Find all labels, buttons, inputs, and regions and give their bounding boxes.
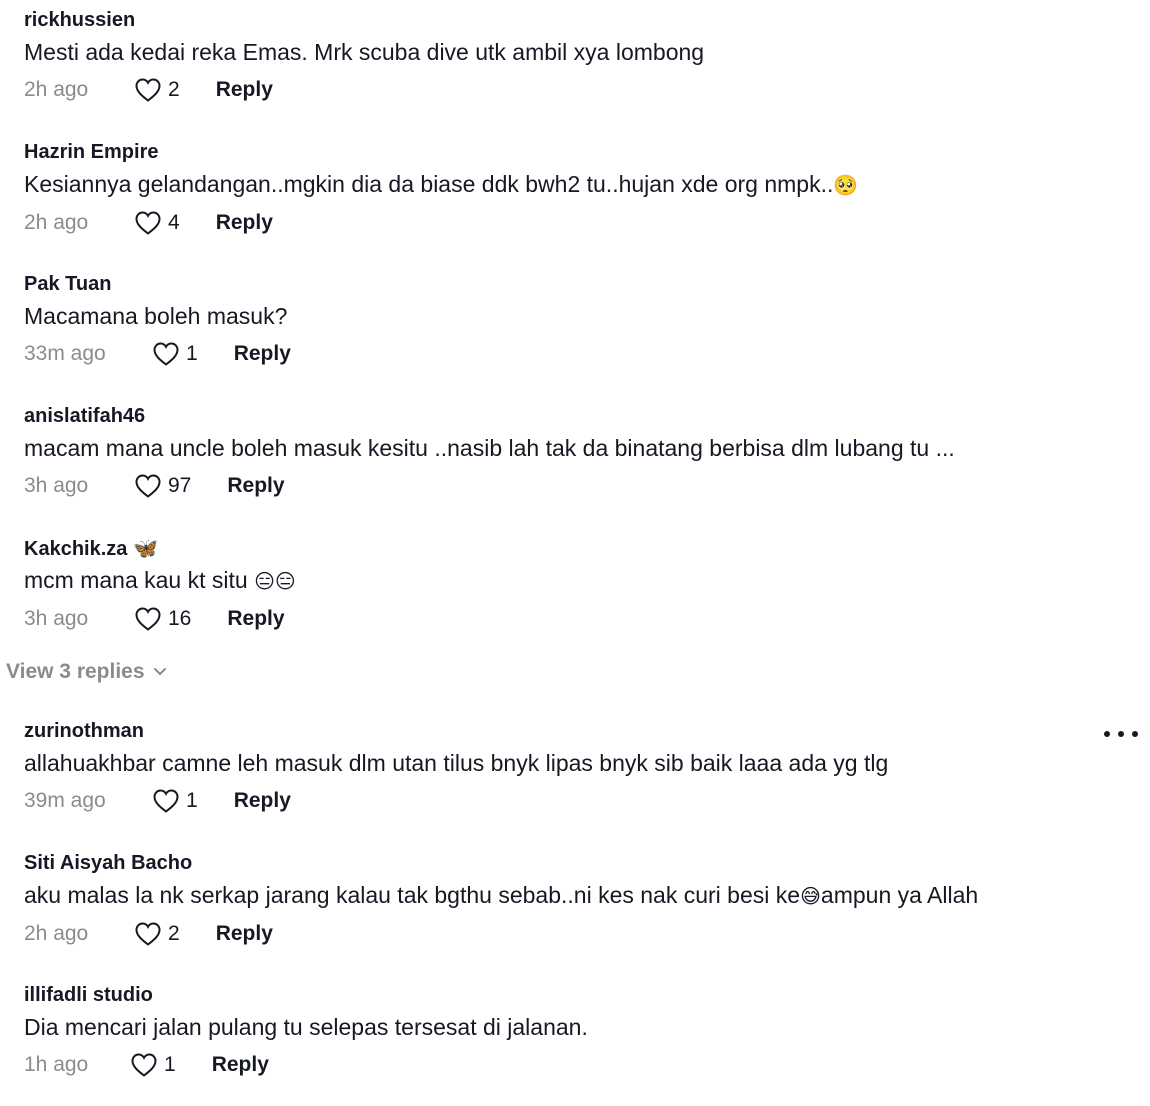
comment-meta: 2h ago 2 Reply [24, 76, 1150, 104]
comment-timestamp: 33m ago [24, 342, 106, 365]
heart-outline-icon [153, 342, 179, 366]
view-replies-label: View 3 replies [6, 660, 145, 683]
reply-button[interactable]: Reply [216, 211, 273, 235]
like-button[interactable]: 2 [134, 77, 180, 103]
heart-outline-icon [135, 474, 161, 498]
comment-meta: 2h ago 4 Reply [24, 209, 1150, 237]
comment-timestamp: 1h ago [24, 1053, 89, 1076]
comment-text-body: aku malas la nk serkap jarang kalau tak … [24, 882, 801, 908]
reply-button[interactable]: Reply [227, 474, 284, 498]
more-dot-icon [1104, 731, 1110, 737]
reply-button[interactable]: Reply [234, 342, 291, 366]
heart-outline-icon [135, 78, 161, 102]
like-button[interactable]: 1 [152, 788, 198, 814]
comment-text: Macamana boleh masuk? [24, 303, 288, 329]
heart-outline-icon [135, 607, 161, 631]
like-button[interactable]: 4 [134, 210, 180, 236]
comment-meta: 2h ago 2 Reply [24, 920, 1150, 948]
heart-outline-icon [135, 922, 161, 946]
like-count: 16 [168, 607, 192, 630]
butterfly-emoji: 🦋 [132, 536, 158, 560]
comment-timestamp: 2h ago [24, 78, 89, 101]
reply-button[interactable]: Reply [216, 78, 273, 102]
comment-username[interactable]: Hazrin Empire [24, 140, 1150, 164]
comment-text: aku malas la nk serkap jarang kalau tak … [24, 880, 1150, 911]
like-button[interactable]: 97 [134, 473, 191, 499]
comment-text: Mesti ada kedai reka Emas. Mrk scuba div… [24, 39, 705, 65]
like-button[interactable]: 1 [152, 341, 198, 367]
comment-text: macam mana uncle boleh masuk kesitu ..na… [24, 435, 955, 461]
comment-timestamp: 2h ago [24, 922, 89, 945]
like-count: 4 [168, 211, 180, 234]
like-count: 2 [168, 78, 180, 101]
view-replies-button[interactable]: View 3 replies [6, 660, 167, 684]
like-count: 1 [164, 1053, 176, 1076]
comment-item: illifadli studio Dia mencari jalan pulan… [24, 983, 1150, 1079]
like-button[interactable]: 2 [134, 921, 180, 947]
comment-timestamp: 3h ago [24, 607, 89, 630]
like-count: 2 [168, 922, 180, 945]
like-button[interactable]: 1 [130, 1052, 176, 1078]
comment-text-body: Kesiannya gelandangan..mgkin dia da bias… [24, 171, 834, 197]
like-button[interactable]: 16 [134, 606, 191, 632]
comment-text: allahuakhbar camne leh masuk dlm utan ti… [24, 750, 889, 776]
comment-meta: 33m ago 1 Reply [24, 340, 1150, 368]
comment-username[interactable]: Siti Aisyah Bacho [24, 851, 1150, 875]
comment-item: Siti Aisyah Bacho aku malas la nk serkap… [24, 851, 1150, 948]
comment-username[interactable]: illifadli studio [24, 983, 1150, 1007]
comment-meta: 39m ago 1 Reply [24, 787, 1090, 815]
comment-text: Dia mencari jalan pulang tu selepas ters… [24, 1014, 588, 1040]
comment-username[interactable]: Kakchik.za 🦋 [24, 536, 1150, 560]
like-count: 1 [186, 789, 198, 812]
comment-username[interactable]: rickhussien [24, 8, 1150, 32]
comment-text: mcm mana kau kt situ 😑😑 [24, 565, 1150, 596]
comment-timestamp: 2h ago [24, 211, 89, 234]
comment-item: rickhussien Mesti ada kedai reka Emas. M… [24, 8, 1150, 104]
reply-button[interactable]: Reply [216, 922, 273, 946]
comment-meta: 1h ago 1 Reply [24, 1051, 1150, 1079]
comment-timestamp: 3h ago [24, 474, 89, 497]
like-count: 1 [186, 342, 198, 365]
heart-outline-icon [131, 1053, 157, 1077]
comment-meta: 3h ago 16 Reply [24, 605, 1150, 633]
more-dot-icon [1132, 731, 1138, 737]
reply-button[interactable]: Reply [234, 789, 291, 813]
comment-text-body: mcm mana kau kt situ [24, 567, 248, 593]
reply-button[interactable]: Reply [212, 1053, 269, 1077]
comment-username[interactable]: zurinothman [24, 719, 1090, 743]
comment-text-tail: ampun ya Allah [820, 882, 979, 908]
comment-timestamp: 39m ago [24, 789, 106, 812]
comment-username[interactable]: Pak Tuan [24, 272, 1150, 296]
more-options-button[interactable] [1104, 724, 1138, 744]
more-dot-icon [1118, 731, 1124, 737]
reply-button[interactable]: Reply [227, 607, 284, 631]
heart-outline-icon [153, 789, 179, 813]
like-count: 97 [168, 474, 192, 497]
comment-username-text: Kakchik.za [24, 538, 128, 560]
chevron-down-icon [153, 668, 166, 675]
comment-meta: 3h ago 97 Reply [24, 472, 1150, 500]
comment-username[interactable]: anislatifah46 [24, 404, 1150, 428]
comment-text: Kesiannya gelandangan..mgkin dia da bias… [24, 169, 1150, 200]
comment-item: Hazrin Empire Kesiannya gelandangan..mgk… [24, 140, 1150, 237]
comment-item: Pak Tuan Macamana boleh masuk? 33m ago 1… [24, 272, 1150, 368]
comment-emoji: 😑😑 [254, 569, 296, 593]
comment-item: Kakchik.za 🦋 mcm mana kau kt situ 😑😑 3h … [24, 536, 1150, 633]
comment-item: zurinothman allahuakhbar camne leh masuk… [24, 719, 1090, 815]
comment-emoji: 🥺 [833, 173, 859, 197]
heart-outline-icon [135, 211, 161, 235]
comment-emoji: 😅 [800, 884, 821, 908]
comment-item: anislatifah46 macam mana uncle boleh mas… [24, 404, 1150, 500]
